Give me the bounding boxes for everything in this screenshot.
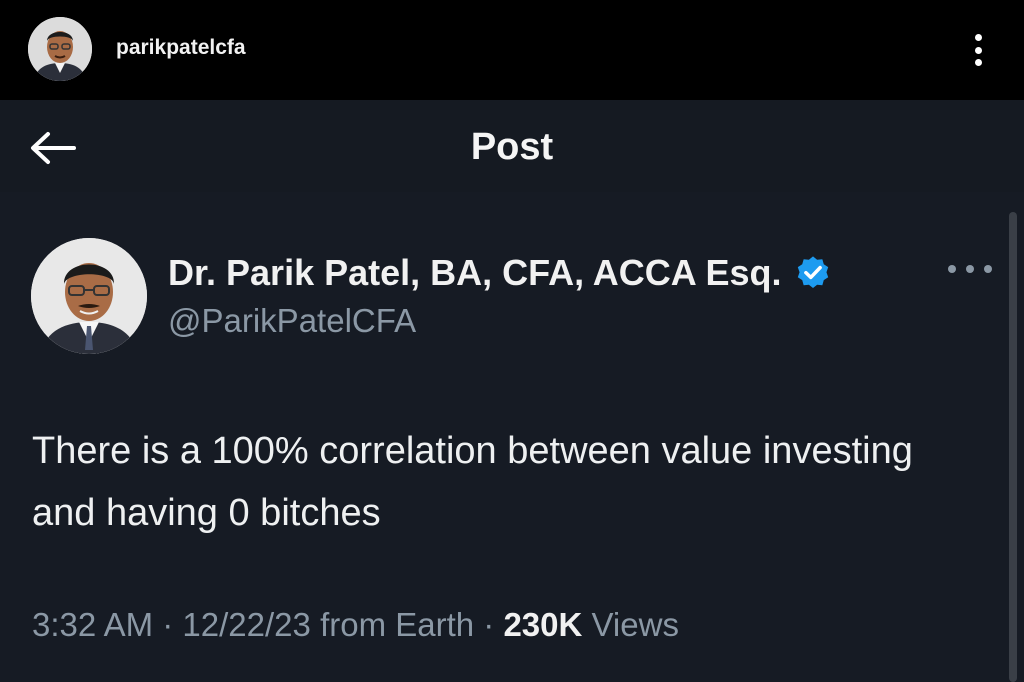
post-date[interactable]: 12/22/23 bbox=[182, 606, 310, 643]
post-source: from Earth bbox=[320, 606, 475, 643]
verified-badge-icon bbox=[794, 254, 832, 292]
vertical-dots-icon[interactable] bbox=[966, 30, 990, 70]
dot bbox=[948, 265, 956, 273]
post-time[interactable]: 3:32 AM bbox=[32, 606, 153, 643]
profile-photo-icon bbox=[28, 17, 92, 81]
dot bbox=[966, 265, 974, 273]
dot bbox=[974, 59, 982, 66]
separator-dot: · bbox=[162, 606, 183, 643]
instagram-username[interactable]: parikpatelcfa bbox=[116, 36, 246, 60]
dot bbox=[984, 265, 992, 273]
post-text: There is a 100% correlation between valu… bbox=[32, 430, 913, 534]
separator-dot: · bbox=[483, 606, 504, 643]
post-meta: 3:32 AM · 12/22/23 from Earth · 230K Vie… bbox=[32, 606, 679, 644]
dot bbox=[974, 34, 982, 41]
views-count: 230K bbox=[503, 606, 583, 643]
author-avatar[interactable] bbox=[31, 238, 147, 354]
profile-photo-icon bbox=[31, 238, 147, 354]
scrollbar[interactable] bbox=[1009, 212, 1017, 682]
page-title: Post bbox=[470, 126, 554, 168]
instagram-avatar[interactable] bbox=[28, 17, 92, 81]
dot bbox=[974, 46, 982, 54]
author-name[interactable]: Dr. Parik Patel, BA, CFA, ACCA Esq. bbox=[168, 252, 832, 294]
author-name-text: Dr. Parik Patel, BA, CFA, ACCA Esq. bbox=[168, 252, 782, 293]
horizontal-dots-icon[interactable] bbox=[948, 262, 992, 276]
author-handle[interactable]: @ParikPatelCFA bbox=[168, 302, 416, 340]
views-label: Views bbox=[591, 606, 679, 643]
